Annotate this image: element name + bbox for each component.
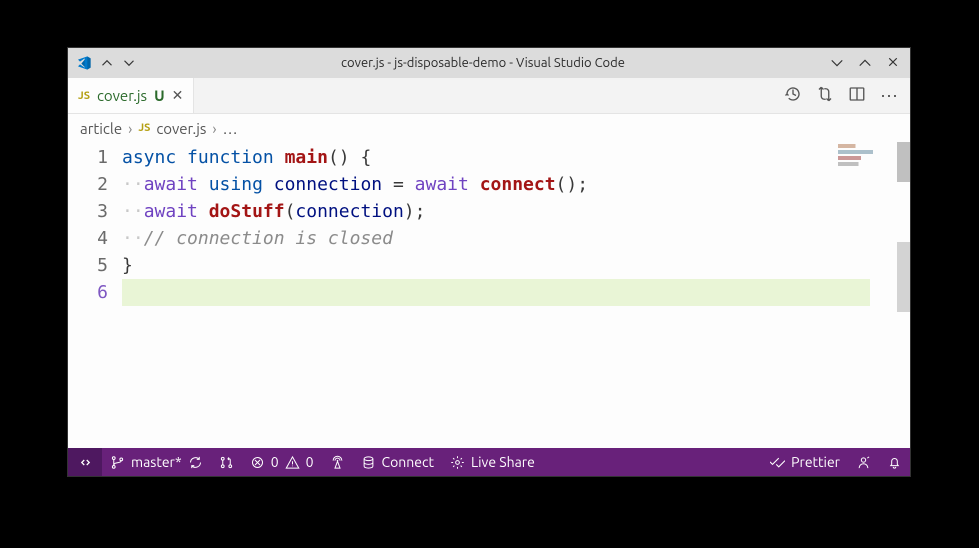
split-editor-icon[interactable] — [848, 85, 866, 107]
editor-area[interactable]: 1 2 3 4 5 6 async function main() { ··aw… — [68, 142, 910, 448]
code-line[interactable]: ··await doStuff(connection); — [122, 198, 910, 225]
line-number: 5 — [68, 252, 108, 279]
connect-button[interactable]: Connect — [353, 448, 443, 476]
feedback-button[interactable] — [848, 448, 879, 476]
breadcrumb-segment[interactable]: article — [80, 120, 122, 137]
close-icon[interactable] — [884, 56, 902, 70]
chevron-down-icon[interactable] — [120, 57, 138, 69]
breadcrumb-trailing[interactable]: … — [223, 120, 238, 137]
line-number: 1 — [68, 144, 108, 171]
vscode-logo-icon — [76, 55, 92, 71]
code-line[interactable]: } — [122, 252, 910, 279]
chevron-right-icon: › — [128, 120, 132, 137]
vertical-scrollbar[interactable] — [896, 142, 910, 448]
chevron-right-icon: › — [212, 120, 216, 137]
bell-icon — [887, 455, 902, 470]
open-changes-icon[interactable] — [816, 85, 834, 107]
timeline-icon[interactable] — [784, 85, 802, 107]
live-share-icon — [450, 455, 465, 470]
warning-icon — [285, 455, 300, 470]
js-file-icon: JS — [78, 90, 90, 102]
error-count: 0 — [271, 454, 279, 470]
scrollbar-thumb[interactable] — [897, 142, 910, 182]
check-all-icon — [770, 455, 785, 470]
code-line[interactable]: async function main() { — [122, 144, 910, 171]
branch-name: master* — [131, 454, 182, 470]
titlebar[interactable]: cover.js - js-disposable-demo - Visual S… — [68, 48, 910, 78]
tab-filename: cover.js — [97, 87, 147, 104]
tab-cover-js[interactable]: JS cover.js U ✕ — [68, 78, 194, 113]
chevron-up-icon[interactable] — [98, 57, 116, 69]
pull-request-button[interactable] — [211, 448, 242, 476]
tab-scm-status: U — [154, 87, 165, 104]
database-icon — [361, 455, 376, 470]
status-bar: master* 0 0 Connect Live Share Prettier — [68, 448, 910, 476]
line-number: 2 — [68, 171, 108, 198]
editor-actions: ⋯ — [784, 78, 910, 113]
maximize-icon[interactable] — [856, 56, 874, 70]
code-line-current[interactable] — [122, 279, 870, 306]
breadcrumb-segment[interactable]: cover.js — [156, 120, 206, 137]
tab-bar: JS cover.js U ✕ ⋯ — [68, 78, 910, 114]
live-share-label: Live Share — [471, 454, 535, 470]
prettier-label: Prettier — [791, 454, 840, 470]
tab-close-icon[interactable]: ✕ — [172, 87, 184, 104]
problems-button[interactable]: 0 0 — [242, 448, 322, 476]
code-content[interactable]: async function main() { ··await using co… — [122, 142, 910, 448]
breadcrumb[interactable]: article › JS cover.js › … — [68, 114, 910, 142]
window-title: cover.js - js-disposable-demo - Visual S… — [138, 56, 828, 70]
minimap[interactable] — [838, 142, 896, 172]
notifications-button[interactable] — [879, 448, 910, 476]
code-line[interactable]: ··// connection is closed — [122, 225, 910, 252]
remote-button[interactable] — [68, 448, 102, 476]
radio-tower-button[interactable] — [322, 448, 353, 476]
scrollbar-thumb[interactable] — [897, 242, 910, 312]
minimize-icon[interactable] — [828, 56, 846, 70]
git-branch-button[interactable]: master* — [102, 448, 211, 476]
line-number-gutter: 1 2 3 4 5 6 — [68, 142, 122, 448]
prettier-button[interactable]: Prettier — [762, 448, 848, 476]
connect-label: Connect — [382, 454, 435, 470]
code-line[interactable]: ··await using connection = await connect… — [122, 171, 910, 198]
line-number: 6 — [68, 279, 108, 306]
js-file-icon: JS — [138, 122, 150, 134]
live-share-button[interactable]: Live Share — [442, 448, 543, 476]
more-actions-icon[interactable]: ⋯ — [880, 87, 898, 105]
line-number: 4 — [68, 225, 108, 252]
vscode-window: cover.js - js-disposable-demo - Visual S… — [68, 48, 910, 476]
warning-count: 0 — [306, 454, 314, 470]
line-number: 3 — [68, 198, 108, 225]
sync-icon[interactable] — [188, 455, 203, 470]
error-icon — [250, 455, 265, 470]
